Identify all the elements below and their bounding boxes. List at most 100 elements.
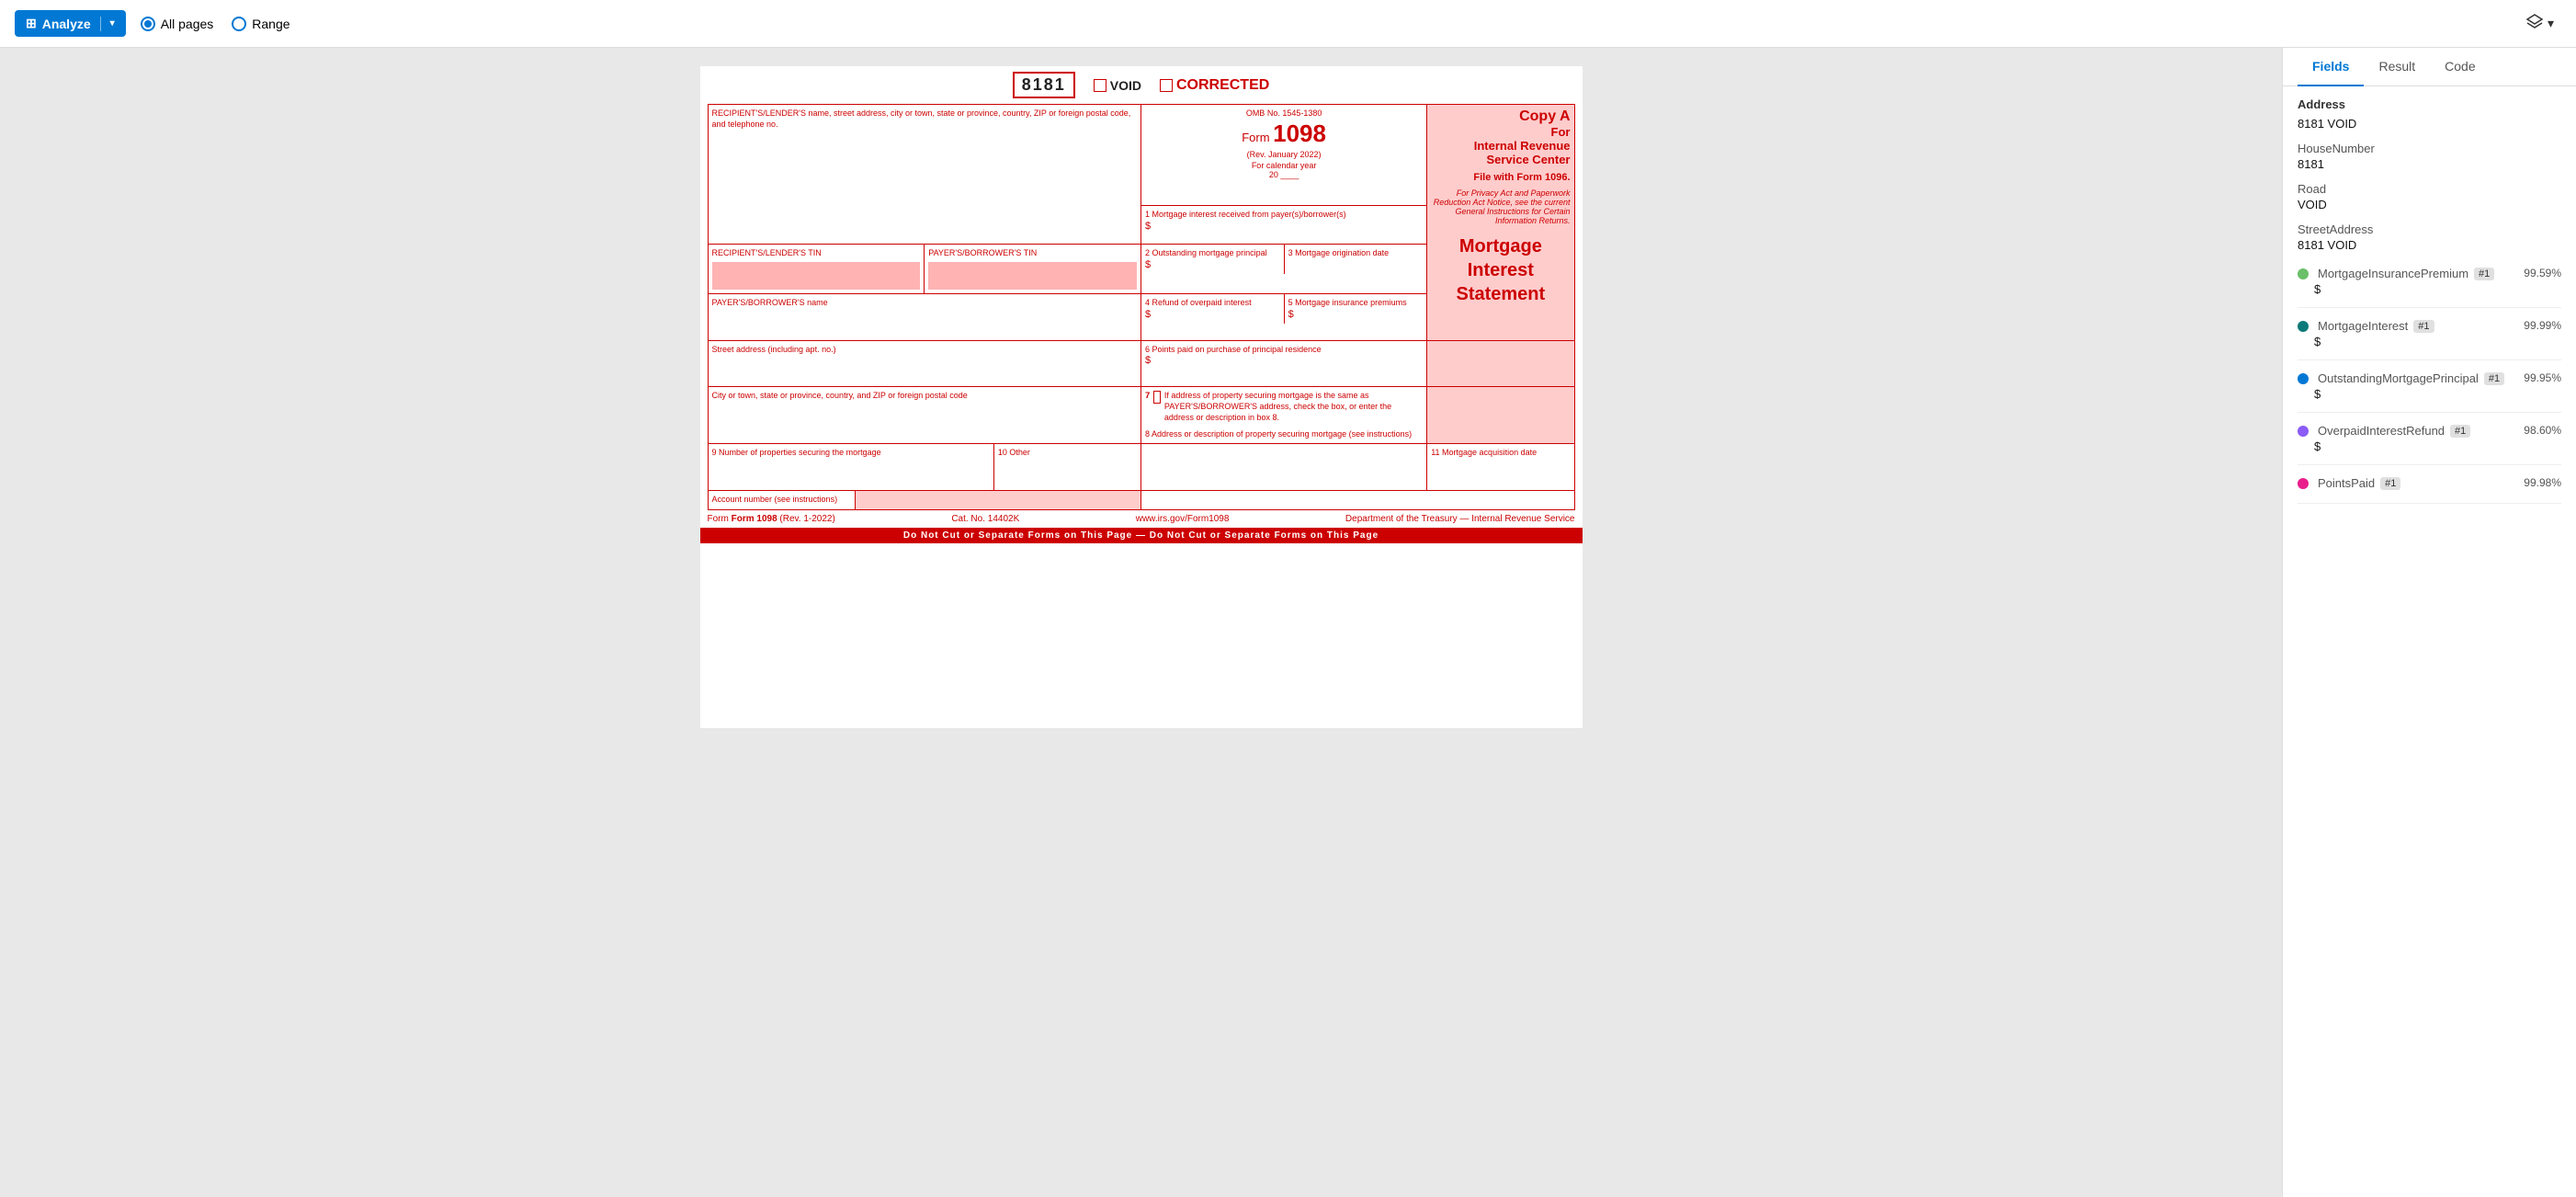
other-label: 10 Other	[998, 448, 1137, 459]
tab-code[interactable]: Code	[2430, 48, 2490, 86]
void-checkbox[interactable]	[1094, 79, 1106, 92]
box7-8-cell: 7 If address of property securing mortga…	[1141, 387, 1427, 444]
field-name-label: OverpaidInterestRefund #1	[2298, 424, 2524, 438]
top-bar: ⊞ Analyze ▾ All pages Range ▾	[0, 0, 2576, 48]
field-street-address: StreetAddress 8181 VOID	[2298, 222, 2561, 252]
borrower-tin-label: PAYER'S/BORROWER'S TIN	[928, 248, 1137, 259]
field-label: MortgageInsurancePremium	[2318, 267, 2468, 280]
page-options: All pages Range	[141, 17, 290, 31]
box4-cell: 4 Refund of overpaid interest $	[1141, 294, 1285, 324]
form-number-display: 8181	[1013, 72, 1075, 98]
corrected-label: CORRECTED	[1176, 77, 1269, 94]
field-label: MortgageInterest	[2318, 319, 2408, 333]
tab-result[interactable]: Result	[2364, 48, 2430, 86]
road-label: Road	[2298, 182, 2561, 196]
confidence-score: 99.95%	[2524, 371, 2561, 384]
field-left: OverpaidInterestRefund #1 $	[2298, 424, 2524, 453]
borrower-tin-value	[928, 262, 1137, 290]
field-value: $	[2314, 282, 2524, 296]
confidence-score: 99.59%	[2524, 267, 2561, 279]
analyze-label: Analyze	[42, 17, 91, 31]
box7-number: 7	[1145, 391, 1150, 401]
box6-label: 6 Points paid on purchase of principal r…	[1145, 345, 1423, 356]
other-cell: 10 Other	[994, 444, 1140, 490]
box1-label: 1 Mortgage interest received from payer(…	[1145, 210, 1423, 221]
form-ref-footer: Form Form 1098 (Rev. 1-2022)	[708, 514, 835, 524]
box7-text: If address of property securing mortgage…	[1164, 391, 1423, 423]
field-dot	[2298, 373, 2309, 384]
dept-treasury: Department of the Treasury — Internal Re…	[1345, 514, 1575, 524]
all-pages-option[interactable]: All pages	[141, 17, 214, 31]
field-left: PointsPaid #1	[2298, 476, 2524, 492]
tab-fields[interactable]: Fields	[2298, 48, 2364, 86]
street-address-field-label: StreetAddress	[2298, 222, 2561, 236]
city-cell: City or town, state or province, country…	[708, 387, 1141, 444]
account-label-cell: Account number (see instructions)	[709, 491, 856, 509]
copy-a-area: Copy A For Internal Revenue Service Cent…	[1431, 108, 1570, 225]
properties-label: 9 Number of properties securing the mort…	[712, 448, 990, 459]
form-container: 8181 VOID CORRECTED RECIPIENT'S/LENDER'S…	[700, 66, 1583, 728]
account-cell: Account number (see instructions)	[708, 490, 1141, 509]
field-badge: #1	[2413, 320, 2434, 333]
range-label: Range	[252, 17, 289, 31]
account-label: Account number (see instructions)	[712, 495, 851, 506]
field-dot	[2298, 426, 2309, 437]
street-address-value	[712, 355, 1138, 382]
field-label: OverpaidInterestRefund	[2318, 424, 2445, 438]
mortgage-statement: Mortgage Interest Statement	[1431, 234, 1570, 306]
privacy-text: For Privacy Act and Paperwork Reduction …	[1431, 188, 1570, 225]
box4-5-cell: 4 Refund of overpaid interest $ 5 Mortga…	[1141, 294, 1427, 341]
calendar-year-label: For calendar year	[1145, 161, 1423, 170]
box4-label: 4 Refund of overpaid interest	[1145, 298, 1280, 309]
void-box: VOID	[1094, 78, 1141, 93]
box7-checkbox[interactable]	[1153, 391, 1161, 404]
address-section: Address 8181 VOID HouseNumber 8181 Road …	[2298, 97, 2561, 252]
field-item-outstandingmortgageprincipal: OutstandingMortgagePrincipal #1 $ 99.95%	[2298, 371, 2561, 413]
field-item-pointspaid: PointsPaid #1 99.98%	[2298, 476, 2561, 504]
analyze-button[interactable]: ⊞ Analyze ▾	[15, 10, 126, 37]
range-radio[interactable]	[232, 17, 246, 31]
corrected-checkbox[interactable]	[1160, 79, 1173, 92]
field-left: MortgageInterest #1 $	[2298, 319, 2524, 348]
cat-no: Cat. No. 14402K	[951, 514, 1019, 524]
box6-dollar: $	[1145, 355, 1423, 366]
layers-button[interactable]: ▾	[2518, 9, 2561, 38]
confidence-score: 98.60%	[2524, 424, 2561, 437]
field-name-label: MortgageInsurancePremium #1	[2298, 267, 2524, 280]
fields-content: Address 8181 VOID HouseNumber 8181 Road …	[2283, 86, 2576, 1197]
box4-dollar: $	[1145, 309, 1280, 320]
all-pages-radio[interactable]	[141, 17, 155, 31]
right-panel: Fields Result Code Address 8181 VOID Hou…	[2282, 48, 2576, 1197]
tabs-bar: Fields Result Code	[2283, 48, 2576, 86]
irs-url: www.irs.gov/Form1098	[1136, 514, 1230, 524]
address-section-label: Address	[2298, 97, 2561, 111]
field-label: OutstandingMortgagePrincipal	[2318, 371, 2479, 385]
field-item-overpaidinterestrefund: OverpaidInterestRefund #1 $ 98.60%	[2298, 424, 2561, 465]
box5-label: 5 Mortgage insurance premiums	[1288, 298, 1424, 309]
road-value: VOID	[2298, 198, 2561, 211]
box6-cell: 6 Points paid on purchase of principal r…	[1141, 340, 1427, 387]
box11-cell: 11 Mortgage acquisition date	[1427, 444, 1574, 491]
form-row-7: 9 Number of properties securing the mort…	[708, 444, 1574, 491]
do-not-cut-bar: Do Not Cut or Separate Forms on This Pag…	[700, 528, 1583, 543]
field-label: PointsPaid	[2318, 476, 2375, 490]
box1-dollar: $	[1145, 221, 1423, 232]
confidence-score: 99.98%	[2524, 476, 2561, 489]
mortgage-statement-area: Mortgage Interest Statement	[1431, 234, 1570, 306]
box5-cell: 5 Mortgage insurance premiums $	[1285, 294, 1427, 324]
box8-label: 8 Address or description of property sec…	[1145, 429, 1423, 440]
divider	[100, 17, 101, 31]
layers-icon	[2525, 13, 2544, 34]
recipient-tin-cell: RECIPIENT'S/LENDER'S TIN	[709, 245, 925, 293]
range-option[interactable]: Range	[232, 17, 289, 31]
field-dot	[2298, 268, 2309, 279]
box1-cell: 1 Mortgage interest received from payer(…	[1141, 206, 1427, 245]
omb-no: OMB No. 1545-1380	[1145, 108, 1423, 118]
recipient-label: RECIPIENT'S/LENDER'S name, street addres…	[712, 108, 1138, 130]
field-8181-void-value: 8181 VOID	[2298, 117, 2561, 131]
box4-5-row: 4 Refund of overpaid interest $ 5 Mortga…	[1141, 294, 1426, 324]
account-value-cell	[856, 491, 1140, 509]
analyze-icon: ⊞	[26, 16, 37, 31]
box5-dollar: $	[1288, 309, 1424, 320]
recipient-tin-value	[712, 262, 921, 290]
